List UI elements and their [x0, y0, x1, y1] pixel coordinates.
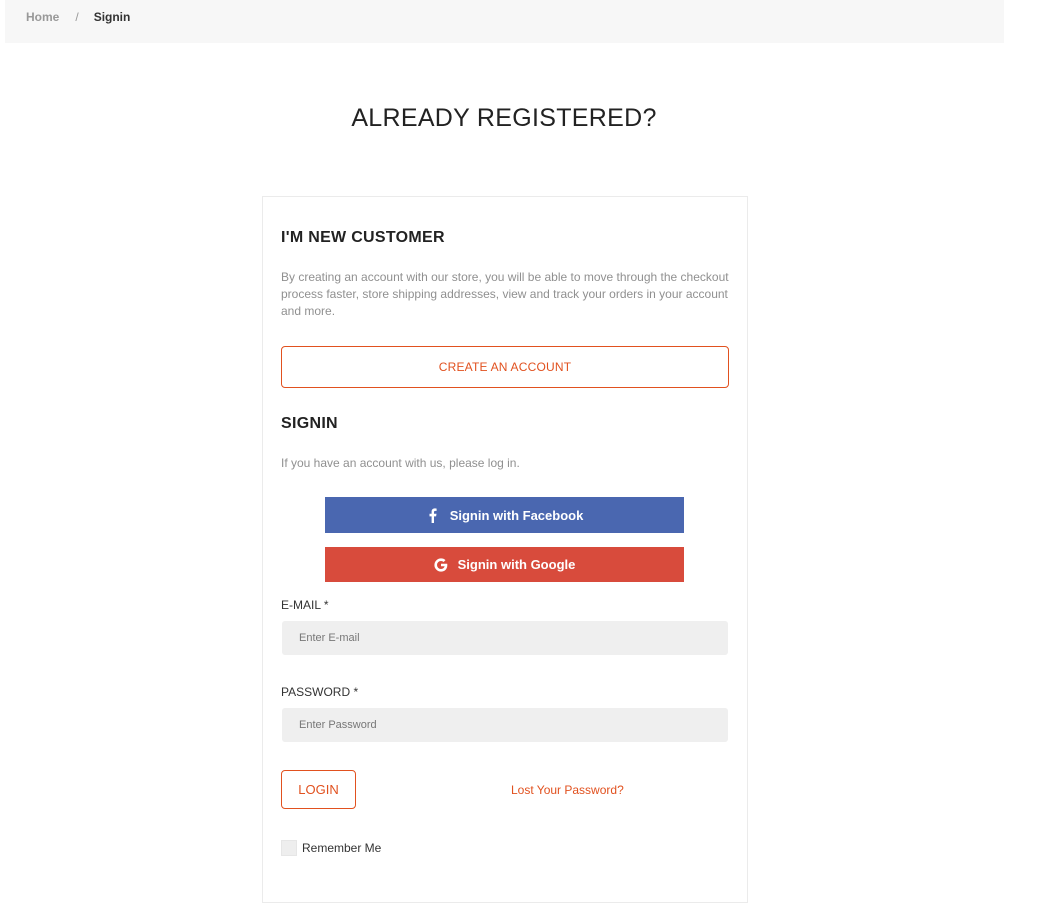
- remember-me-label: Remember Me: [302, 841, 382, 855]
- breadcrumb-separator: /: [75, 10, 79, 24]
- signin-heading: SIGNIN: [281, 415, 338, 432]
- new-customer-description: By creating an account with our store, y…: [281, 270, 729, 318]
- new-customer-heading: I'M NEW CUSTOMER: [281, 229, 445, 246]
- login-button[interactable]: LOGIN: [281, 770, 356, 809]
- email-field[interactable]: [282, 621, 728, 655]
- email-label: E-MAIL *: [281, 598, 329, 612]
- facebook-icon: [426, 507, 440, 523]
- password-field[interactable]: [282, 708, 728, 742]
- page-title: ALREADY REGISTERED?: [351, 104, 657, 132]
- create-account-button[interactable]: CREATE AN ACCOUNT: [281, 346, 729, 388]
- breadcrumb-bar: Home / Signin: [5, 0, 1004, 43]
- breadcrumb: Home / Signin: [26, 10, 130, 24]
- signin-google-button[interactable]: Signin with Google: [325, 547, 684, 582]
- password-label: PASSWORD *: [281, 685, 359, 699]
- facebook-button-label: Signin with Facebook: [449, 507, 584, 523]
- signin-description: If you have an account with us, please l…: [281, 456, 520, 470]
- signin-card: I'M NEW CUSTOMER By creating an account …: [262, 196, 748, 903]
- remember-me-checkbox[interactable]: [281, 840, 297, 856]
- breadcrumb-home-link[interactable]: Home: [26, 10, 59, 24]
- signin-facebook-button[interactable]: Signin with Facebook: [325, 497, 684, 533]
- google-icon: [434, 557, 448, 572]
- lost-password-link[interactable]: Lost Your Password?: [511, 783, 624, 797]
- google-button-label: Signin with Google: [457, 557, 576, 572]
- breadcrumb-current: Signin: [93, 10, 131, 24]
